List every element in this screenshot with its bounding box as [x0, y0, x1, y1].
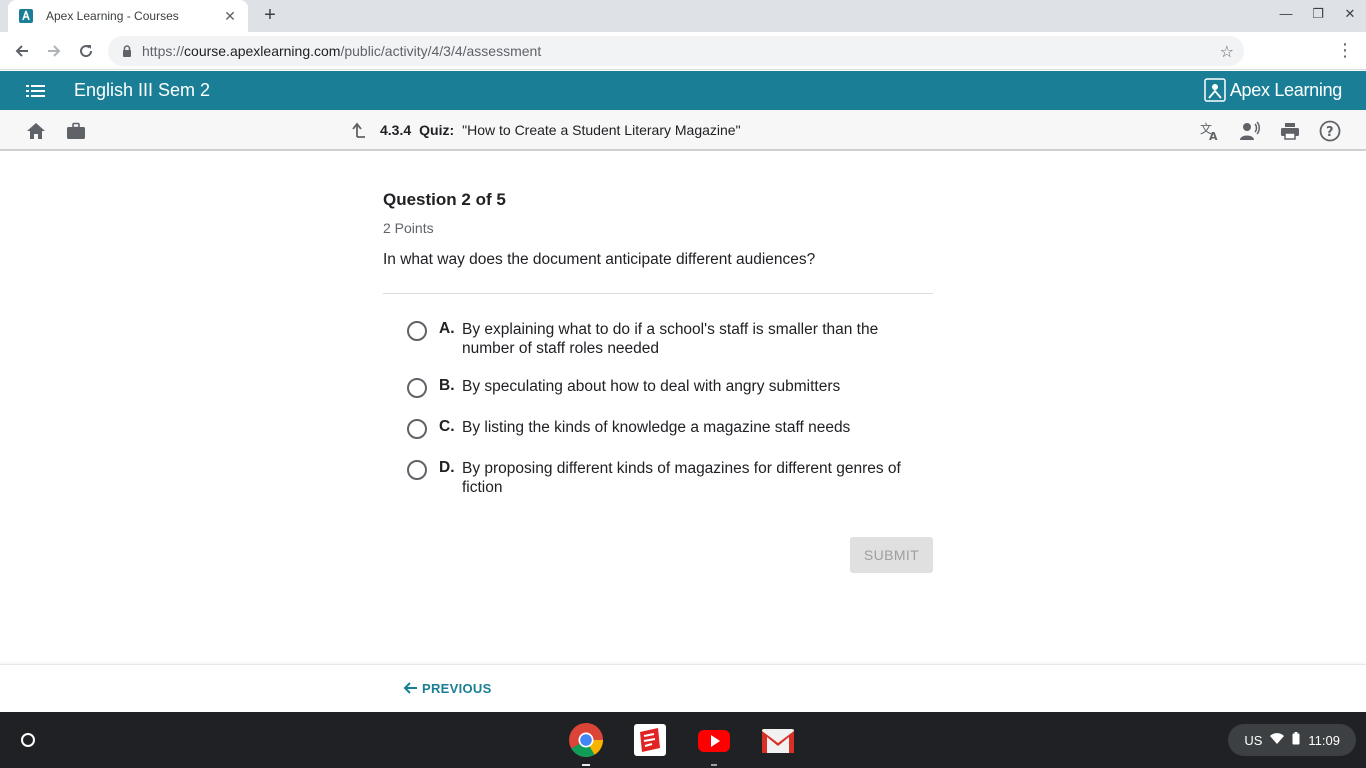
choice-c[interactable]: C. By listing the kinds of knowledge a m… [383, 418, 933, 439]
clock: 11:09 [1308, 732, 1340, 748]
locale-indicator: US [1244, 732, 1263, 748]
youtube-icon[interactable] [696, 722, 732, 758]
previous-label: PREVIOUS [422, 680, 492, 696]
arrow-left-icon [403, 682, 417, 694]
radio-b[interactable] [407, 378, 427, 398]
wifi-icon [1270, 732, 1285, 748]
activity-name: "How to Create a Student Literary Magazi… [462, 122, 741, 138]
briefcase-icon[interactable] [65, 120, 87, 142]
forward-icon[interactable] [38, 35, 70, 67]
address-bar[interactable]: https://course.apexlearning.com/public/a… [108, 36, 1244, 66]
choice-text: By explaining what to do if a school's s… [462, 321, 879, 357]
browser-toolbar: https://course.apexlearning.com/public/a… [0, 32, 1366, 92]
restore-icon[interactable]: ❐ [1308, 6, 1328, 22]
activity-number: 4.3.4 [380, 122, 412, 138]
activity-toolbar: 4.3.4 Quiz: "How to Create a Student Lit… [0, 110, 1366, 151]
read-aloud-icon[interactable] [1239, 120, 1261, 142]
translate-icon[interactable]: 文A [1199, 120, 1221, 142]
new-tab-icon[interactable]: + [258, 4, 282, 28]
divider [383, 293, 933, 294]
url-text: https://course.apexlearning.com/public/a… [142, 43, 542, 59]
running-indicator [711, 764, 717, 766]
help-icon[interactable]: ? [1319, 120, 1341, 142]
activity-type: Quiz: [419, 122, 455, 138]
menu-list-icon[interactable] [26, 83, 46, 104]
answer-choices: A. By explaining what to do if a school'… [383, 320, 933, 497]
radio-a[interactable] [407, 321, 427, 341]
radio-c[interactable] [407, 419, 427, 439]
choice-text: By listing the kinds of knowledge a maga… [462, 419, 851, 436]
print-icon[interactable] [1279, 120, 1301, 142]
activity-breadcrumb: 4.3.4 Quiz: "How to Create a Student Lit… [350, 122, 741, 138]
choice-letter: B. [439, 377, 455, 394]
battery-icon [1292, 732, 1300, 748]
bookmark-star-icon[interactable]: ☆ [1220, 42, 1234, 62]
svg-text:?: ? [1326, 125, 1334, 140]
question-prompt: In what way does the document anticipate… [383, 251, 816, 268]
app-header: English III Sem 2 Apex Learning [0, 71, 1366, 110]
browser-tab[interactable]: Apex Learning - Courses ✕ [8, 0, 248, 32]
status-tray[interactable]: US 11:09 [1228, 724, 1356, 756]
apex-favicon-icon [18, 8, 34, 24]
os-shelf: US 11:09 [0, 712, 1366, 768]
choice-text: By proposing different kinds of magazine… [462, 460, 901, 496]
running-indicator [582, 764, 590, 766]
radio-d[interactable] [407, 460, 427, 480]
browser-tabstrip: Apex Learning - Courses ✕ + ― ❐ ✕ [0, 0, 1366, 32]
submit-button[interactable]: SUBMIT [850, 537, 933, 573]
lock-icon [123, 45, 131, 57]
back-icon[interactable] [6, 35, 38, 67]
launcher-icon[interactable] [10, 722, 46, 758]
browser-menu-icon[interactable]: ⋮ [1336, 40, 1354, 61]
minimize-icon[interactable]: ― [1276, 6, 1296, 21]
choice-a[interactable]: A. By explaining what to do if a school'… [383, 320, 933, 358]
choice-text: By speculating about how to deal with an… [462, 378, 841, 395]
reload-icon[interactable] [70, 35, 102, 67]
previous-button[interactable]: PREVIOUS [402, 680, 492, 696]
tab-title: Apex Learning - Courses [46, 9, 179, 23]
home-icon[interactable] [25, 120, 47, 142]
chrome-icon[interactable] [568, 722, 604, 758]
apex-logo-icon [1204, 78, 1226, 102]
close-window-icon[interactable]: ✕ [1340, 6, 1360, 22]
choice-letter: D. [439, 459, 455, 476]
question-heading: Question 2 of 5 [383, 190, 506, 209]
question-points: 2 Points [383, 220, 434, 236]
svg-text:A: A [1209, 130, 1218, 141]
choice-letter: A. [439, 320, 455, 337]
question-panel: Question 2 of 5 2 Points In what way doe… [383, 190, 933, 497]
choice-d[interactable]: D. By proposing different kinds of magaz… [383, 459, 933, 497]
close-tab-icon[interactable]: ✕ [222, 8, 238, 25]
choice-b[interactable]: B. By speculating about how to deal with… [383, 377, 933, 398]
brand-logo: Apex Learning [1204, 78, 1342, 102]
scratch-app-icon[interactable] [632, 722, 668, 758]
footer-nav: PREVIOUS [0, 664, 1366, 712]
up-arrow-icon[interactable] [350, 122, 366, 138]
gmail-icon[interactable] [760, 722, 796, 758]
choice-letter: C. [439, 418, 455, 435]
course-title: English III Sem 2 [74, 80, 211, 100]
